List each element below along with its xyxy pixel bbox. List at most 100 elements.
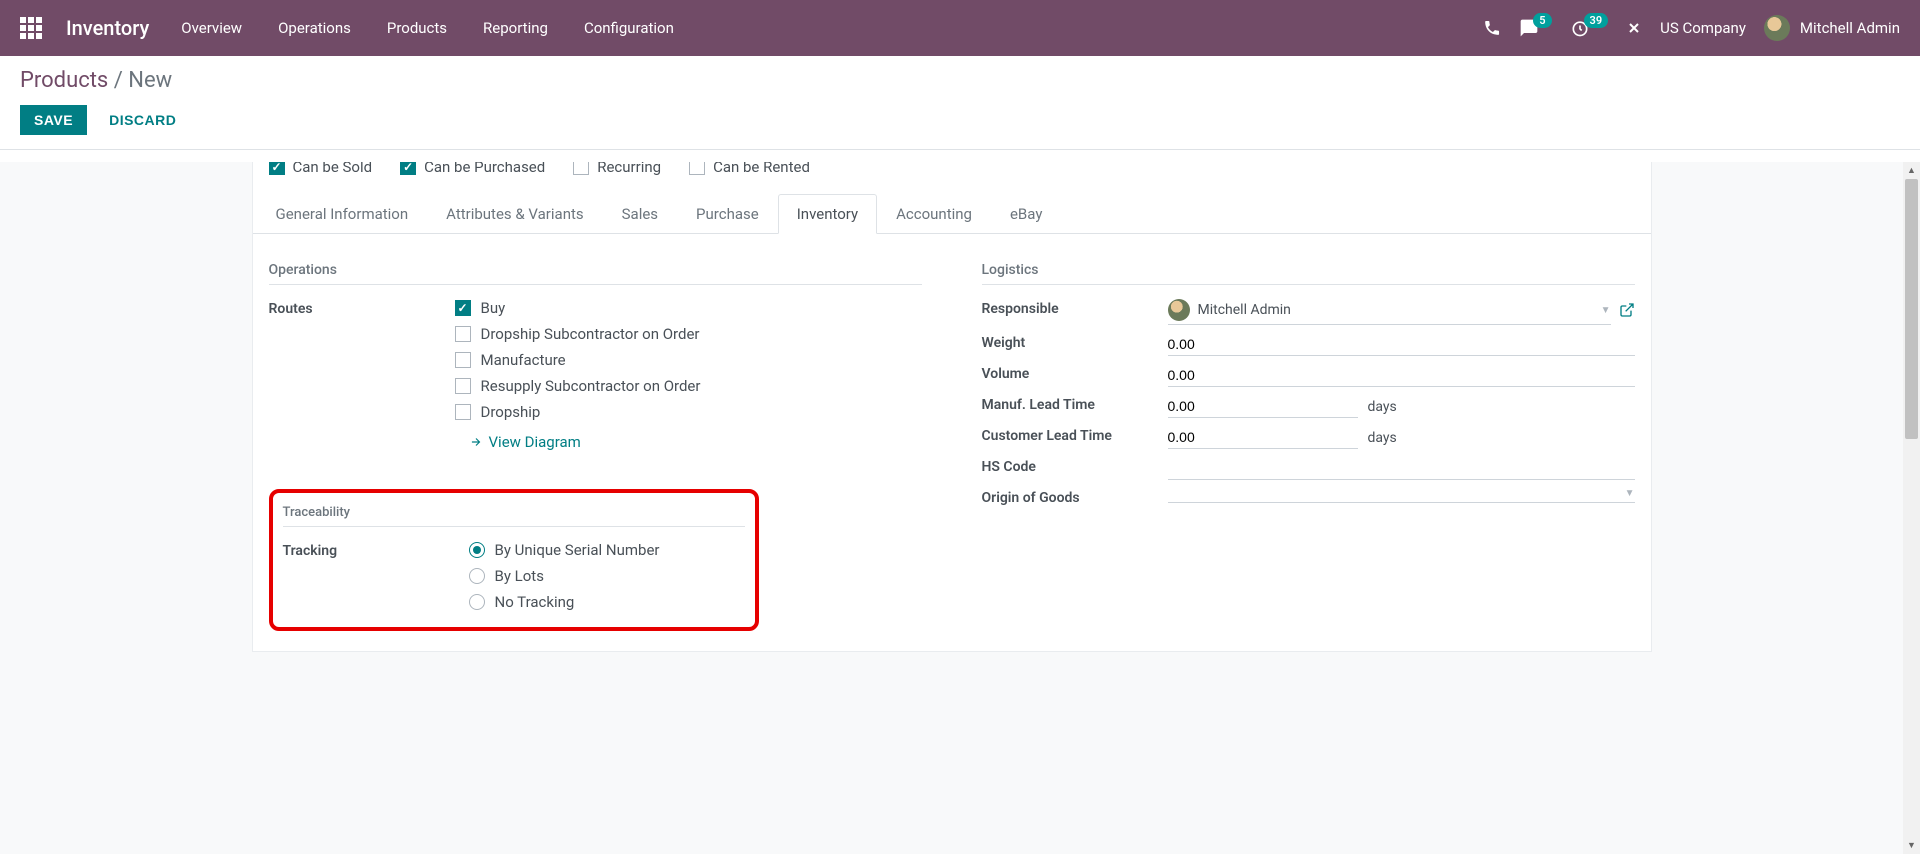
origin-label: Origin of Goods	[982, 488, 1168, 506]
checkbox-icon	[455, 378, 471, 394]
breadcrumb-parent[interactable]: Products	[20, 68, 108, 93]
username: Mitchell Admin	[1800, 19, 1900, 37]
view-diagram-label: View Diagram	[489, 433, 581, 451]
app-name[interactable]: Inventory	[66, 16, 149, 40]
apps-icon[interactable]	[20, 17, 42, 39]
timer-badge: 39	[1584, 13, 1609, 28]
chat-icon[interactable]: 5	[1519, 18, 1551, 38]
responsible-value: Mitchell Admin	[1198, 302, 1291, 318]
scroll-down-icon[interactable]: ▼	[1903, 837, 1920, 854]
breadcrumb: Products / New	[20, 68, 1900, 93]
tab-general-information[interactable]: General Information	[257, 194, 428, 234]
nav-overview[interactable]: Overview	[181, 19, 242, 37]
section-logistics: Logistics	[982, 262, 1635, 285]
route-dropship[interactable]: Dropship	[455, 403, 922, 421]
responsible-label: Responsible	[982, 299, 1168, 317]
flag-rented-label: Can be Rented	[713, 162, 810, 176]
route-label: Buy	[481, 299, 506, 317]
manuf-lead-input[interactable]	[1168, 395, 1358, 418]
days-unit: days	[1368, 430, 1397, 446]
tracking-option-label: By Lots	[495, 567, 544, 585]
section-operations: Operations	[269, 262, 922, 285]
tab-body: Operations Routes Buy Dropship Subcontra…	[253, 234, 1651, 631]
days-unit: days	[1368, 399, 1397, 415]
section-traceability: Traceability	[283, 505, 745, 527]
route-label: Manufacture	[481, 351, 566, 369]
traceability-highlight: Traceability Tracking By Unique Serial N…	[269, 489, 759, 631]
tabs: General Information Attributes & Variant…	[253, 194, 1651, 234]
route-manufacture[interactable]: Manufacture	[455, 351, 922, 369]
tracking-label: Tracking	[283, 541, 469, 559]
flag-purchased[interactable]: Can be Purchased	[400, 162, 545, 176]
routes-list: Buy Dropship Subcontractor on Order Manu…	[455, 299, 922, 451]
checkbox-icon	[269, 162, 285, 175]
discard-button[interactable]: DISCARD	[95, 105, 190, 135]
radio-icon	[469, 542, 485, 558]
tab-attributes-variants[interactable]: Attributes & Variants	[427, 194, 602, 234]
scrollbar[interactable]: ▲ ▼	[1903, 162, 1920, 854]
origin-field[interactable]: ▼	[1168, 488, 1635, 503]
tab-accounting[interactable]: Accounting	[877, 194, 991, 234]
hs-code-label: HS Code	[982, 457, 1168, 475]
weight-label: Weight	[982, 333, 1168, 351]
hs-code-input[interactable]	[1168, 457, 1635, 480]
checkbox-icon	[689, 162, 705, 175]
volume-input[interactable]	[1168, 364, 1635, 387]
tracking-lots[interactable]: By Lots	[469, 567, 745, 585]
checkbox-icon	[455, 300, 471, 316]
view-diagram-link[interactable]: View Diagram	[469, 433, 922, 451]
flag-sold[interactable]: Can be Sold	[269, 162, 373, 176]
tracking-serial[interactable]: By Unique Serial Number	[469, 541, 745, 559]
flag-sold-label: Can be Sold	[293, 162, 373, 176]
route-dropship-subcontractor[interactable]: Dropship Subcontractor on Order	[455, 325, 922, 343]
chevron-down-icon: ▼	[1601, 305, 1611, 316]
routes-label: Routes	[269, 299, 455, 317]
volume-label: Volume	[982, 364, 1168, 382]
breadcrumb-bar: Products / New	[0, 56, 1920, 93]
route-buy[interactable]: Buy	[455, 299, 922, 317]
chevron-down-icon: ▼	[1625, 488, 1635, 499]
manuf-lead-label: Manuf. Lead Time	[982, 395, 1168, 413]
route-label: Dropship Subcontractor on Order	[481, 325, 700, 343]
col-right: Logistics Responsible Mitchell Admin ▼	[982, 262, 1635, 631]
breadcrumb-current: New	[128, 68, 172, 93]
tab-purchase[interactable]: Purchase	[677, 194, 778, 234]
nav-reporting[interactable]: Reporting	[483, 19, 548, 37]
external-link-icon[interactable]	[1619, 302, 1635, 322]
flag-purchased-label: Can be Purchased	[424, 162, 545, 176]
weight-input[interactable]	[1168, 333, 1635, 356]
flag-recurring[interactable]: Recurring	[573, 162, 661, 176]
arrow-right-icon	[469, 435, 483, 449]
flag-recurring-label: Recurring	[597, 162, 661, 176]
user-menu[interactable]: Mitchell Admin	[1764, 15, 1900, 41]
flag-rented[interactable]: Can be Rented	[689, 162, 810, 176]
chat-badge: 5	[1533, 13, 1551, 28]
checkbox-icon	[455, 404, 471, 420]
nav-links: Overview Operations Products Reporting C…	[181, 19, 674, 37]
cust-lead-input[interactable]	[1168, 426, 1358, 449]
tab-sales[interactable]: Sales	[603, 194, 677, 234]
responsible-field[interactable]: Mitchell Admin ▼	[1168, 299, 1611, 325]
cust-lead-label: Customer Lead Time	[982, 426, 1168, 444]
close-icon[interactable]	[1626, 20, 1642, 36]
tracking-option-label: No Tracking	[495, 593, 575, 611]
nav-products[interactable]: Products	[387, 19, 447, 37]
tracking-none[interactable]: No Tracking	[469, 593, 745, 611]
checkbox-icon	[573, 162, 589, 175]
nav-operations[interactable]: Operations	[278, 19, 351, 37]
route-label: Dropship	[481, 403, 541, 421]
action-bar: SAVE DISCARD	[0, 93, 1920, 150]
company-selector[interactable]: US Company	[1660, 19, 1746, 37]
tab-inventory[interactable]: Inventory	[778, 194, 877, 234]
checkbox-icon	[400, 162, 416, 175]
save-button[interactable]: SAVE	[20, 105, 87, 135]
scroll-up-icon[interactable]: ▲	[1903, 162, 1920, 179]
phone-icon[interactable]	[1483, 19, 1501, 37]
nav-configuration[interactable]: Configuration	[584, 19, 674, 37]
tab-ebay[interactable]: eBay	[991, 194, 1061, 234]
form-sheet: Can be Sold Can be Purchased Recurring C…	[252, 162, 1652, 652]
timer-icon[interactable]: 39	[1570, 18, 1609, 38]
radio-icon	[469, 568, 485, 584]
route-resupply-subcontractor[interactable]: Resupply Subcontractor on Order	[455, 377, 922, 395]
scroll-thumb[interactable]	[1905, 179, 1918, 439]
